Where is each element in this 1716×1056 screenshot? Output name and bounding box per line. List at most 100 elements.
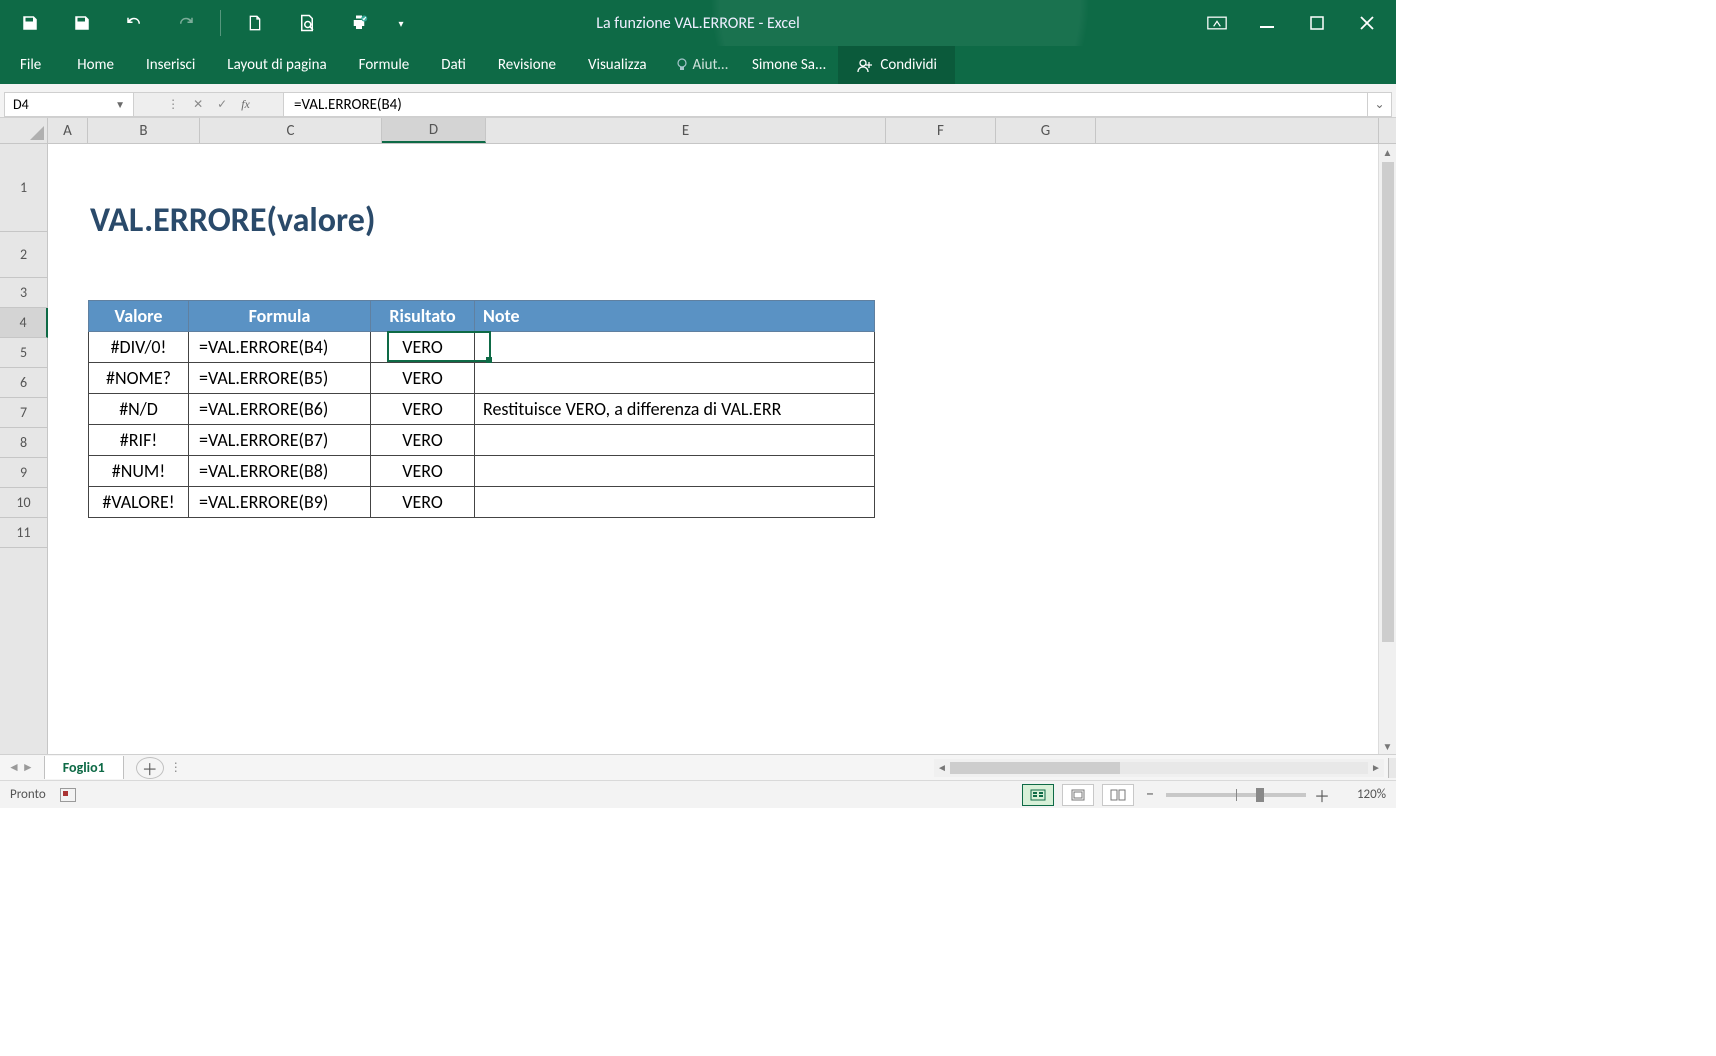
redo-icon[interactable] [164,1,208,45]
tab-layout[interactable]: Layout di pagina [211,46,342,84]
macro-recorder-icon[interactable] [60,788,76,802]
table-cell[interactable]: #VALORE! [89,487,189,518]
expand-formula-bar-icon[interactable]: ⌄ [1368,92,1392,117]
table-cell[interactable]: =VAL.ERRORE(B7) [189,425,371,456]
view-page-layout-icon[interactable] [1062,784,1094,806]
table-cell[interactable]: #N/D [89,394,189,425]
select-all-corner[interactable] [0,118,48,143]
table-cell[interactable] [475,332,875,363]
sheet-next-icon[interactable]: ► [22,760,34,775]
column-header-B[interactable]: B [88,118,200,143]
split-handle[interactable] [1388,758,1396,778]
tell-me-search[interactable]: Aiut… [663,46,740,84]
table-cell[interactable]: VERO [371,394,475,425]
table-cell[interactable]: =VAL.ERRORE(B5) [189,363,371,394]
hscroll-track[interactable] [950,762,1368,774]
scroll-right-icon[interactable]: ► [1368,761,1384,774]
row-header-3[interactable]: 3 [0,278,47,308]
sheet-split-icon[interactable]: ⋮ [164,760,189,775]
table-cell[interactable]: #NUM! [89,456,189,487]
table-cell[interactable]: VERO [371,363,475,394]
formula-input[interactable]: =VAL.ERRORE(B4) [284,92,1368,117]
table-cell[interactable]: VERO [371,456,475,487]
enter-icon[interactable]: ✓ [217,97,227,112]
column-header-E[interactable]: E [486,118,886,143]
zoom-percent[interactable]: 120% [1338,787,1386,802]
table-cell[interactable]: Restituisce VERO, a differenza di VAL.ER… [475,394,875,425]
tab-file[interactable]: File [0,46,61,84]
tab-inserisci[interactable]: Inserisci [130,46,211,84]
row-header-4[interactable]: 4 [0,308,48,338]
ribbon-options-icon[interactable] [1196,1,1238,45]
more-icon[interactable]: ⋮ [167,97,179,112]
zoom-knob[interactable] [1256,788,1264,802]
scroll-left-icon[interactable]: ◄ [934,761,950,774]
row-header-9[interactable]: 9 [0,458,47,488]
chevron-down-icon[interactable]: ▼ [115,98,125,111]
scroll-up-icon[interactable]: ▲ [1379,144,1396,160]
row-header-2[interactable]: 2 [0,232,47,278]
vertical-scrollbar[interactable]: ▲ ▼ [1378,144,1396,754]
save-icon[interactable] [8,1,52,45]
hscroll-thumb[interactable] [950,762,1120,774]
column-header-A[interactable]: A [48,118,88,143]
sheet-prev-icon[interactable]: ◄ [8,760,20,775]
sheet-tab-active[interactable]: Foglio1 [44,756,124,779]
tab-revisione[interactable]: Revisione [482,46,572,84]
table-cell[interactable]: =VAL.ERRORE(B9) [189,487,371,518]
table-cell[interactable] [475,487,875,518]
maximize-icon[interactable] [1296,1,1338,45]
table-cell[interactable]: #RIF! [89,425,189,456]
column-header-C[interactable]: C [200,118,382,143]
view-normal-icon[interactable] [1022,784,1054,806]
table-cell[interactable] [475,425,875,456]
cancel-icon[interactable]: ✕ [193,97,203,112]
column-header-D[interactable]: D [382,118,486,143]
zoom-out-button[interactable]: − [1142,785,1158,804]
close-icon[interactable] [1346,1,1388,45]
tab-visualizza[interactable]: Visualizza [572,46,663,84]
zoom-in-button[interactable]: ＋ [1314,783,1330,807]
view-page-break-icon[interactable] [1102,784,1134,806]
table-cell[interactable]: =VAL.ERRORE(B8) [189,456,371,487]
row-header-11[interactable]: 11 [0,518,47,548]
tab-formule[interactable]: Formule [343,46,426,84]
row-header-1[interactable]: 1 [0,144,47,232]
signed-in-user[interactable]: Simone Sa... [740,46,838,84]
row-header-8[interactable]: 8 [0,428,47,458]
insert-function-icon[interactable]: fx [241,97,250,112]
row-header-5[interactable]: 5 [0,338,47,368]
table-cell[interactable] [475,456,875,487]
table-cell[interactable]: VERO [371,425,475,456]
customize-qat-icon[interactable]: ▾ [389,1,413,45]
save-icon[interactable] [60,1,104,45]
table-cell[interactable]: VERO [371,487,475,518]
new-file-icon[interactable] [233,1,277,45]
table-cell[interactable]: VERO [371,332,475,363]
add-sheet-button[interactable]: ＋ [136,757,164,779]
row-header-6[interactable]: 6 [0,368,47,398]
zoom-slider[interactable] [1166,793,1306,797]
quick-print-icon[interactable] [337,1,381,45]
table-cell[interactable] [475,363,875,394]
scroll-thumb[interactable] [1382,162,1394,642]
minimize-icon[interactable] [1246,1,1288,45]
horizontal-scrollbar[interactable]: ◄ ► [934,759,1384,777]
table-cell[interactable]: =VAL.ERRORE(B4) [189,332,371,363]
table-cell[interactable]: #NOME? [89,363,189,394]
table-row: #RIF!=VAL.ERRORE(B7)VERO [89,425,875,456]
cells-area[interactable]: VAL.ERRORE(valore) ValoreFormulaRisultat… [48,144,1378,754]
column-header-G[interactable]: G [996,118,1096,143]
undo-icon[interactable] [112,1,156,45]
tab-dati[interactable]: Dati [425,46,482,84]
row-header-10[interactable]: 10 [0,488,47,518]
column-header-F[interactable]: F [886,118,996,143]
row-header-7[interactable]: 7 [0,398,47,428]
tab-home[interactable]: Home [61,46,130,84]
table-cell[interactable]: =VAL.ERRORE(B6) [189,394,371,425]
name-box[interactable]: D4 ▼ [4,92,134,117]
share-button[interactable]: Condividi [838,46,955,84]
table-cell[interactable]: #DIV/0! [89,332,189,363]
print-preview-icon[interactable] [285,1,329,45]
scroll-down-icon[interactable]: ▼ [1379,738,1396,754]
